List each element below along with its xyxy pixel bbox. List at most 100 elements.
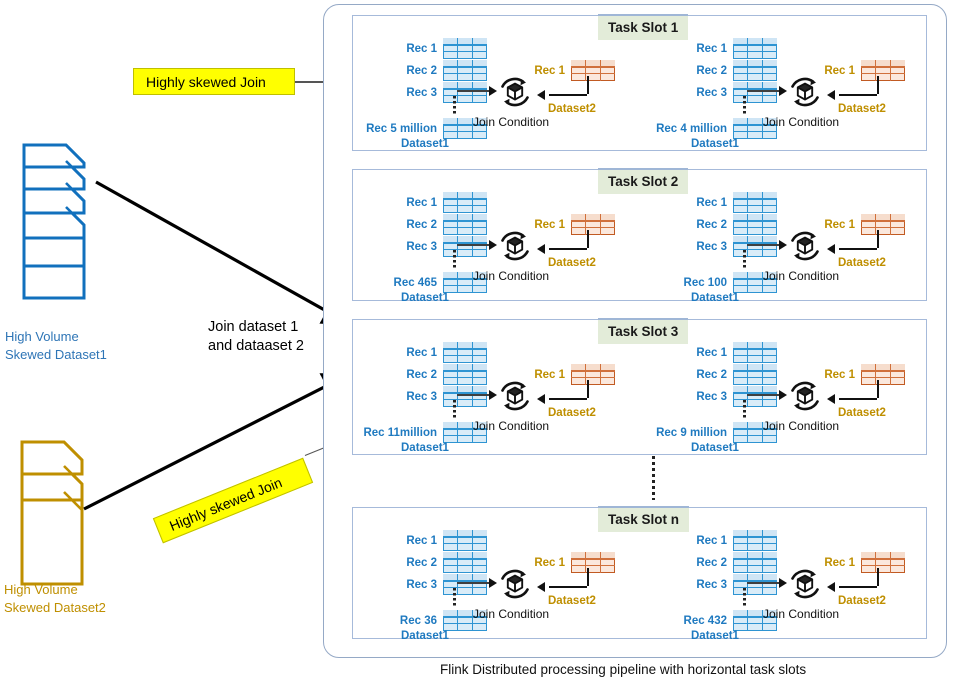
dataset1-label: Dataset1 [401, 630, 449, 642]
dataset2-label: Dataset2 [838, 407, 886, 419]
dataset1-label: Dataset1 [401, 292, 449, 304]
dataset2-record-label: Rec 1 [824, 556, 855, 569]
dataset1-to-join-arrow-line [747, 90, 779, 92]
dataset1-table-icon [443, 574, 487, 595]
dataset1-table-icon [443, 60, 487, 81]
dataset2-to-join-elbow-horizontal [839, 586, 877, 588]
record-label: Rec 1 [406, 42, 437, 55]
record-label: Rec 1 [406, 346, 437, 359]
dataset1-label: Dataset1 [691, 630, 739, 642]
record-label: Rec 1 [696, 346, 727, 359]
dataset1-table-icon [733, 38, 777, 59]
dataset2-label: Dataset2 [838, 595, 886, 607]
record-label: Rec 2 [406, 64, 437, 77]
dataset2-to-join-elbow-vertical [587, 380, 589, 398]
label-highly-skewed-join-bottom: Highly skewed Join [152, 457, 314, 544]
dataset1-table-icon [733, 82, 777, 103]
record-label: Rec 3 [696, 86, 727, 99]
dataset1-document-stack-icon [22, 143, 86, 300]
record-label: Rec 2 [406, 556, 437, 569]
dataset2-to-join-arrow-head [827, 582, 835, 592]
dataset2-to-join-arrow-head [827, 244, 835, 254]
dataset2-to-join-elbow-vertical [587, 76, 589, 94]
dataset2-record-label: Rec 1 [824, 218, 855, 231]
dataset2-record-label: Rec 1 [824, 368, 855, 381]
records-ellipsis-dots [453, 250, 456, 268]
dataset2-table-icon [861, 552, 905, 573]
join-condition-label: Join Condition [473, 269, 550, 283]
dataset1-table-icon [443, 386, 487, 407]
join-note: Join dataset 1 and dataaset 2 [208, 318, 338, 356]
dataset2-label: Dataset2 [548, 595, 596, 607]
dataset2-table-icon [861, 60, 905, 81]
dataset1-table-icon [733, 342, 777, 363]
record-label: Rec 1 [696, 42, 727, 55]
dataset1-table-icon [443, 342, 487, 363]
dataset1-table-icon [443, 38, 487, 59]
dataset1-table-icon [733, 552, 777, 573]
dataset1-table-icon [733, 214, 777, 235]
record-label: Rec 3 [406, 390, 437, 403]
dataset2-to-join-elbow-horizontal [549, 398, 587, 400]
join-unit-right: Rec 1 Rec 2 Rec 3 Rec 432 Dataset1 Join Condi… [643, 508, 928, 642]
pipeline-caption: Flink Distributed processing pipeline wi… [440, 662, 807, 677]
dataset2-to-join-elbow-vertical [587, 568, 589, 586]
dataset2-table-icon [571, 60, 615, 81]
record-label: Rec 1 [406, 534, 437, 547]
records-ellipsis-dots [743, 96, 746, 114]
record-label-last: Rec 4 million [656, 122, 727, 135]
record-label: Rec 3 [696, 578, 727, 591]
records-ellipsis-dots [743, 250, 746, 268]
dataset1-label: Dataset1 [691, 138, 739, 150]
records-ellipsis-dots [453, 588, 456, 606]
dataset2-record-label: Rec 1 [534, 64, 565, 77]
flink-pipeline-container: Task Slot 1 Rec 1 Rec 2 Rec 3 Rec 5 million… [323, 4, 947, 658]
record-label-last: Rec 5 million [366, 122, 437, 135]
join-condition-label: Join Condition [763, 269, 840, 283]
record-label-last: Rec 36 [399, 614, 437, 627]
dataset2-label: Dataset2 [548, 103, 596, 115]
dataset2-label: Dataset2 [838, 103, 886, 115]
records-ellipsis-dots [453, 96, 456, 114]
dataset1-to-join-arrow-line [747, 582, 779, 584]
join-condition-label: Join Condition [763, 115, 840, 129]
dataset2-to-join-arrow-head [537, 394, 545, 404]
record-label: Rec 2 [696, 556, 727, 569]
record-label-last: Rec 9 million [656, 426, 727, 439]
dataset1-table-icon [733, 574, 777, 595]
dataset1-caption-line1: High Volume [5, 329, 79, 344]
dataset1-label: Dataset1 [691, 292, 739, 304]
dataset1-table-icon [733, 60, 777, 81]
task-slot-3[interactable]: Task Slot 3 Rec 1 Rec 2 Rec 3 Rec 11million… [352, 318, 927, 455]
dataset1-table-icon [733, 236, 777, 257]
record-label: Rec 2 [696, 368, 727, 381]
task-slot-n[interactable]: Task Slot n Rec 1 Rec 2 Rec 3 Rec 36 Dataset… [352, 506, 928, 642]
dataset1-table-icon [443, 192, 487, 213]
record-label: Rec 1 [696, 196, 727, 209]
join-condition-label: Join Condition [763, 607, 840, 621]
join-unit-right: Rec 1 Rec 2 Rec 3 Rec 100 Dataset1 Join Condi… [643, 170, 928, 304]
label-highly-skewed-join-top-text: Highly skewed Join [146, 73, 266, 90]
dataset1-label: Dataset1 [401, 442, 449, 454]
record-label: Rec 1 [696, 534, 727, 547]
record-label: Rec 3 [696, 390, 727, 403]
join-condition-label: Join Condition [473, 115, 550, 129]
task-slot-2[interactable]: Task Slot 2 Rec 1 Rec 2 Rec 3 Rec 465 Datase… [352, 168, 928, 304]
join-unit-right: Rec 1 Rec 2 Rec 3 Rec 4 million Dataset1 Join… [643, 16, 928, 150]
dataset2-record-label: Rec 1 [534, 218, 565, 231]
dataset2-table-icon [571, 552, 615, 573]
dataset1-table-icon [733, 530, 777, 551]
dataset1-to-join-arrow-line [457, 394, 489, 396]
record-label: Rec 3 [406, 578, 437, 591]
dataset1-table-icon [443, 214, 487, 235]
task-slot-1[interactable]: Task Slot 1 Rec 1 Rec 2 Rec 3 Rec 5 million… [352, 14, 928, 151]
dataset1-caption-line2: Skewed Dataset1 [5, 347, 107, 362]
dataset1-to-join-arrow-line [747, 244, 779, 246]
dataset2-to-join-arrow-head [537, 582, 545, 592]
dataset1-to-join-arrow-line [457, 244, 489, 246]
join-unit-left: Rec 1 Rec 2 Rec 3 Rec 11million Dataset1 Join… [353, 320, 643, 454]
dataset1-table-icon [443, 530, 487, 551]
dataset1-table-icon [733, 192, 777, 213]
dataset2-caption: High Volume Skewed Dataset2 [4, 581, 106, 617]
join-unit-left: Rec 1 Rec 2 Rec 3 Rec 36 Dataset1 Join Condit… [353, 508, 643, 642]
